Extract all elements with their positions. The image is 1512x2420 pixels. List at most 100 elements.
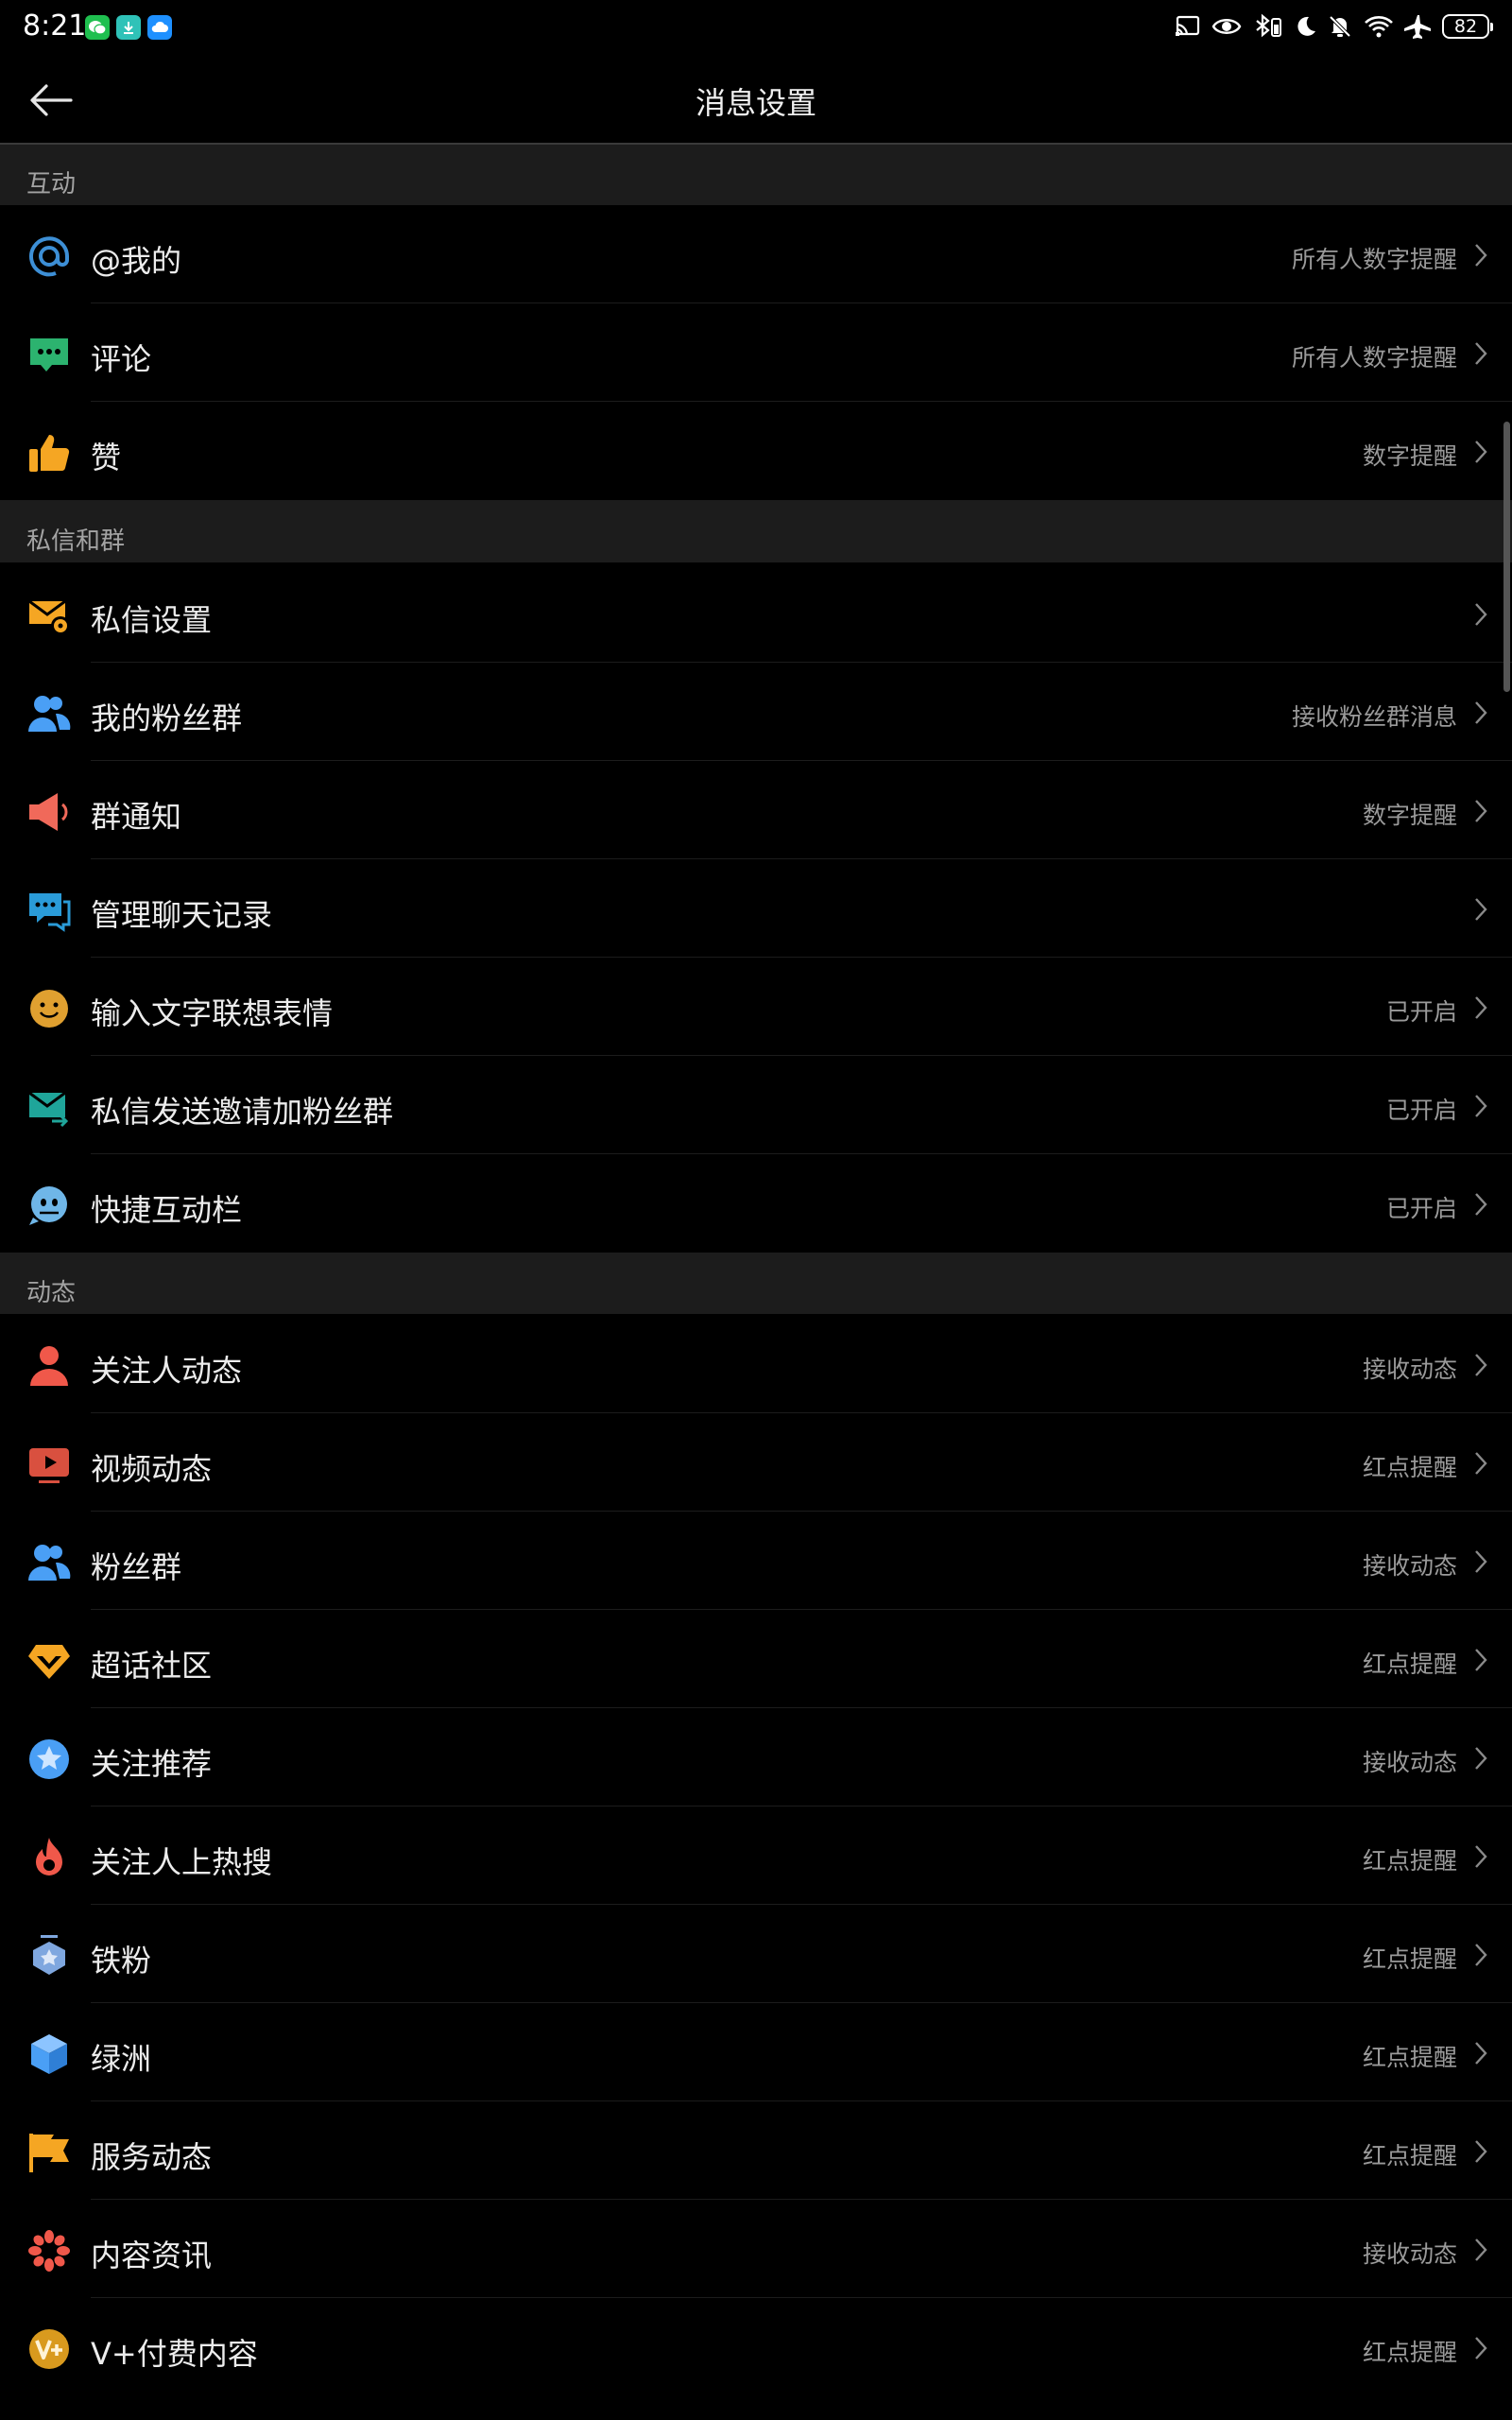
setting-label: @我的 bbox=[91, 243, 182, 279]
setting-value: 红点提醒 bbox=[1362, 1847, 1457, 1875]
setting-label: 粉丝群 bbox=[91, 1549, 182, 1585]
setting-row-my-fan-groups[interactable]: 我的粉丝群 接收粉丝群消息 bbox=[0, 663, 1512, 761]
scrollbar[interactable] bbox=[1503, 422, 1510, 692]
setting-row-vplus-paid[interactable]: V+付费内容 红点提醒 bbox=[0, 2298, 1512, 2396]
setting-row-content-news[interactable]: 内容资讯 接收动态 bbox=[0, 2200, 1512, 2298]
setting-row-dm-invite[interactable]: 私信发送邀请加粉丝群 已开启 bbox=[0, 1056, 1512, 1154]
vplus-icon bbox=[27, 2327, 71, 2371]
section-header-dm-groups: 私信和群 bbox=[0, 500, 1512, 562]
setting-row-video-feed[interactable]: 视频动态 红点提醒 bbox=[0, 1413, 1512, 1512]
setting-label: 群通知 bbox=[91, 799, 182, 835]
eye-icon bbox=[1211, 19, 1242, 34]
star-badge-icon bbox=[27, 1737, 71, 1781]
megaphone-icon bbox=[27, 790, 71, 834]
at-icon bbox=[27, 234, 71, 278]
setting-value: 红点提醒 bbox=[1362, 2339, 1457, 2366]
diamond-icon bbox=[27, 1639, 71, 1683]
setting-label: 绿洲 bbox=[91, 2041, 152, 2077]
chevron-right-icon bbox=[1475, 2238, 1487, 2261]
chevron-right-icon bbox=[1475, 342, 1487, 365]
setting-row-hot-search[interactable]: 关注人上热搜 红点提醒 bbox=[0, 1806, 1512, 1905]
bluetooth-icon bbox=[1256, 13, 1281, 38]
fan-group-icon bbox=[27, 692, 71, 735]
chevron-right-icon bbox=[1475, 2140, 1487, 2163]
setting-value: 接收动态 bbox=[1362, 1356, 1457, 1383]
comment-icon bbox=[27, 333, 71, 376]
setting-label: 私信发送邀请加粉丝群 bbox=[91, 1094, 394, 1130]
setting-row-service-feed[interactable]: 服务动态 红点提醒 bbox=[0, 2101, 1512, 2200]
setting-row-likes[interactable]: 赞 数字提醒 bbox=[0, 402, 1512, 500]
setting-label: 关注人动态 bbox=[91, 1353, 243, 1389]
setting-label: 内容资讯 bbox=[91, 2238, 213, 2273]
setting-value: 接收动态 bbox=[1362, 2240, 1457, 2268]
setting-label: 关注推荐 bbox=[91, 1746, 213, 1782]
setting-row-dm-settings[interactable]: 私信设置 bbox=[0, 564, 1512, 663]
chevron-right-icon bbox=[1475, 1747, 1487, 1770]
chevron-right-icon bbox=[1475, 996, 1487, 1019]
wifi-icon bbox=[1365, 16, 1393, 38]
mute-bell-icon bbox=[1329, 15, 1351, 38]
status-app-icons bbox=[85, 15, 172, 40]
thumbs-up-icon bbox=[27, 431, 71, 475]
setting-label: 管理聊天记录 bbox=[91, 897, 273, 933]
setting-row-group-notice[interactable]: 群通知 数字提醒 bbox=[0, 761, 1512, 859]
setting-row-comments[interactable]: 评论 所有人数字提醒 bbox=[0, 303, 1512, 402]
moon-icon bbox=[1297, 16, 1315, 36]
chevron-right-icon bbox=[1475, 1649, 1487, 1671]
medal-icon bbox=[27, 1934, 71, 1978]
chevron-right-icon bbox=[1475, 603, 1487, 626]
wechat-icon bbox=[85, 15, 110, 40]
setting-row-fan-groups[interactable]: 粉丝群 接收动态 bbox=[0, 1512, 1512, 1610]
chevron-right-icon bbox=[1475, 701, 1487, 724]
page-title: 消息设置 bbox=[695, 85, 816, 121]
section-title: 动态 bbox=[26, 1279, 77, 1307]
chat-history-icon bbox=[27, 889, 71, 932]
mail-settings-icon bbox=[27, 594, 71, 637]
setting-row-super-topic[interactable]: 超话社区 红点提醒 bbox=[0, 1610, 1512, 1708]
setting-value: 已开启 bbox=[1385, 1097, 1457, 1124]
chevron-right-icon bbox=[1475, 898, 1487, 921]
setting-value: 所有人数字提醒 bbox=[1291, 344, 1457, 372]
setting-value: 红点提醒 bbox=[1362, 2044, 1457, 2071]
status-bar: 8:21 82 bbox=[0, 0, 1512, 57]
chevron-right-icon bbox=[1475, 1193, 1487, 1216]
chevron-right-icon bbox=[1475, 244, 1487, 267]
setting-value: 红点提醒 bbox=[1362, 2142, 1457, 2169]
quick-bar-icon bbox=[27, 1184, 71, 1227]
setting-value: 接收动态 bbox=[1362, 1749, 1457, 1776]
setting-value: 数字提醒 bbox=[1362, 802, 1457, 829]
setting-row-mentions[interactable]: @我的 所有人数字提醒 bbox=[0, 205, 1512, 303]
download-icon bbox=[116, 15, 141, 40]
setting-row-oasis[interactable]: 绿洲 红点提醒 bbox=[0, 2003, 1512, 2101]
video-icon bbox=[27, 1443, 71, 1486]
battery-icon: 82 bbox=[1442, 14, 1493, 39]
setting-label: 评论 bbox=[91, 341, 152, 377]
setting-row-emoji-suggest[interactable]: 输入文字联想表情 已开启 bbox=[0, 958, 1512, 1056]
cube-icon bbox=[27, 2032, 71, 2076]
setting-value: 数字提醒 bbox=[1362, 442, 1457, 470]
setting-row-iron-fans[interactable]: 铁粉 红点提醒 bbox=[0, 1905, 1512, 2003]
flag-icon bbox=[27, 2131, 71, 2174]
setting-row-following-feed[interactable]: 关注人动态 接收动态 bbox=[0, 1315, 1512, 1413]
setting-row-chat-history[interactable]: 管理聊天记录 bbox=[0, 859, 1512, 958]
setting-label: 服务动态 bbox=[91, 2139, 213, 2175]
setting-row-quick-bar[interactable]: 快捷互动栏 已开启 bbox=[0, 1154, 1512, 1253]
chevron-right-icon bbox=[1475, 2337, 1487, 2360]
section-title: 互动 bbox=[26, 170, 77, 199]
setting-value: 接收动态 bbox=[1362, 1552, 1457, 1580]
setting-label: 关注人上热搜 bbox=[91, 1844, 273, 1880]
setting-value: 所有人数字提醒 bbox=[1291, 246, 1457, 273]
setting-label: 赞 bbox=[91, 440, 122, 475]
chevron-right-icon bbox=[1475, 1354, 1487, 1376]
status-system-icons: 82 bbox=[1174, 13, 1493, 40]
setting-label: 我的粉丝群 bbox=[91, 700, 243, 736]
setting-label: 超话社区 bbox=[91, 1648, 213, 1684]
flame-icon bbox=[27, 1836, 71, 1879]
setting-label: 私信设置 bbox=[91, 602, 213, 638]
chevron-right-icon bbox=[1475, 800, 1487, 822]
section-header-feed: 动态 bbox=[0, 1252, 1512, 1314]
chevron-right-icon bbox=[1475, 1845, 1487, 1868]
status-time: 8:21 bbox=[23, 9, 87, 43]
setting-row-follow-recommend[interactable]: 关注推荐 接收动态 bbox=[0, 1708, 1512, 1806]
section-header-interaction: 互动 bbox=[0, 145, 1512, 205]
